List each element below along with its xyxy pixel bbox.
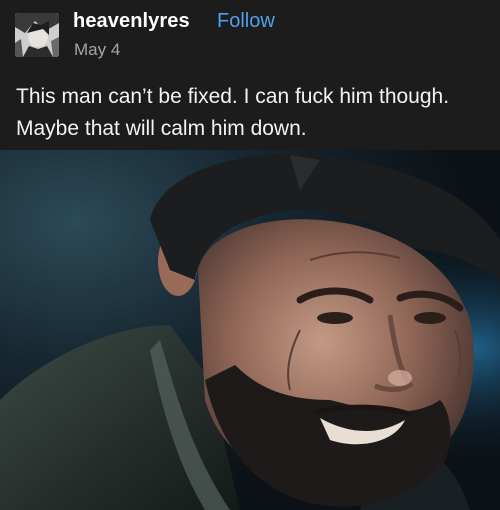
post-photo[interactable] — [0, 150, 500, 510]
user-avatar-icon — [15, 13, 59, 57]
avatar[interactable] — [15, 13, 59, 57]
post-header: heavenlyres Follow May 4 This man can’t … — [0, 0, 500, 150]
post-card: heavenlyres Follow May 4 This man can’t … — [0, 0, 500, 510]
caption-line-2: Maybe that will calm him down. — [16, 117, 307, 140]
post-date[interactable]: May 4 — [74, 40, 120, 60]
username-link[interactable]: heavenlyres — [73, 10, 190, 33]
man-photo-image — [0, 150, 500, 510]
caption-line-1: This man can’t be fixed. I can fuck him … — [16, 85, 450, 108]
follow-button[interactable]: Follow — [217, 10, 275, 33]
